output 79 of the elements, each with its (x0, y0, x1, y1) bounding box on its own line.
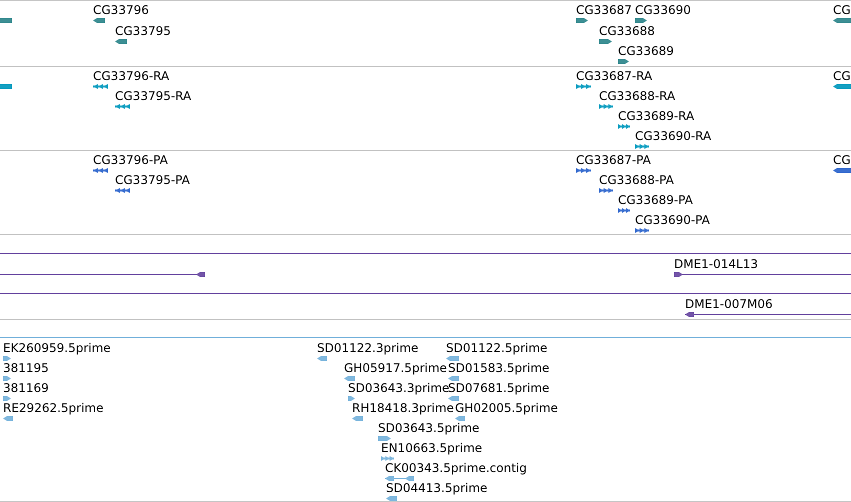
feature-arrow[interactable] (833, 18, 851, 23)
feature-arrow[interactable] (344, 376, 355, 381)
feature-label[interactable]: CG33795 (115, 24, 171, 38)
exon-arrows[interactable] (576, 84, 591, 89)
feature-arrow[interactable] (3, 356, 11, 361)
feature-arrow[interactable] (352, 416, 363, 421)
feature-label[interactable]: EK260959.5prime (3, 341, 111, 355)
feature-label[interactable]: CG33688-RA (599, 89, 676, 103)
feature-arrow[interactable] (618, 59, 629, 64)
feature-arrow[interactable] (3, 376, 11, 381)
feature-arrow[interactable] (386, 496, 397, 501)
feature-arrow[interactable] (833, 84, 851, 89)
feature-label[interactable]: DME1-007M06 (685, 297, 773, 311)
feature-label[interactable]: CG (833, 69, 851, 83)
exon-arrows[interactable] (115, 188, 130, 193)
feature-label[interactable]: 381195 (3, 361, 49, 375)
feature-label[interactable]: 381169 (3, 381, 49, 395)
exon-arrows[interactable] (618, 124, 630, 129)
feature-label[interactable]: CG33796-PA (93, 153, 168, 167)
exon-arrows[interactable] (635, 144, 649, 149)
feature-label[interactable]: CG33689-PA (618, 193, 693, 207)
feature-label[interactable]: CG33688-PA (599, 173, 674, 187)
feature-arrow[interactable] (599, 38, 612, 44)
feature-label[interactable]: RH18418.3prime (352, 401, 454, 415)
feature-label[interactable]: CG33796 (93, 3, 149, 17)
feature-label[interactable]: CG33688 (599, 24, 655, 38)
exon-arrows[interactable] (576, 168, 591, 173)
exon-arrows[interactable] (93, 168, 108, 173)
feature-label[interactable]: CG33795-RA (115, 89, 192, 103)
feature-label[interactable]: SD03643.5prime (378, 421, 480, 435)
feature-label[interactable]: CG33796-RA (93, 69, 170, 83)
feature-arrow[interactable] (93, 18, 105, 23)
feature-label[interactable]: GH05917.5prime (344, 361, 447, 375)
feature-label[interactable]: CG33687-RA (576, 69, 652, 83)
paired-read-line[interactable] (385, 476, 414, 481)
feature-label[interactable]: EN10663.5prime (381, 441, 482, 455)
feature-label[interactable]: CG33687-PA (576, 153, 651, 167)
clone-line[interactable] (685, 312, 851, 317)
feature-arrow[interactable] (833, 168, 851, 173)
exon-arrows[interactable] (599, 188, 613, 193)
feature-label[interactable]: SD07681.5prime (448, 381, 550, 395)
feature-label[interactable]: CG (833, 3, 851, 17)
feature-label[interactable]: SD03643.3prime (348, 381, 450, 395)
feature-arrow[interactable] (455, 416, 465, 421)
feature-label[interactable]: CG33687 (576, 3, 632, 17)
feature-label[interactable]: CG33690 (635, 3, 691, 17)
feature-arrow[interactable] (3, 416, 13, 421)
feature-label[interactable]: SD01122.5prime (446, 341, 548, 355)
feature-label[interactable]: CG33690-RA (635, 129, 712, 143)
feature-label[interactable]: CG33689 (618, 44, 674, 58)
feature-arrow[interactable] (348, 396, 355, 401)
feature-label[interactable]: CK00343.5prime.contig (385, 461, 527, 475)
feature-arrow[interactable] (446, 356, 459, 361)
feature-label[interactable]: RE29262.5prime (3, 401, 104, 415)
exon-arrows[interactable] (115, 104, 130, 109)
clone-line[interactable] (674, 272, 851, 277)
feature-label[interactable]: CG33689-RA (618, 109, 694, 123)
exon-arrows[interactable] (599, 104, 613, 109)
feature-arrow[interactable] (576, 18, 588, 23)
feature-label[interactable]: CG (833, 153, 851, 167)
feature-arrow[interactable] (378, 436, 391, 441)
clone-line[interactable] (0, 272, 205, 277)
feature-arrow[interactable] (448, 396, 459, 401)
feature-arrow[interactable] (3, 396, 11, 401)
feature-label[interactable]: CG33690-PA (635, 213, 710, 227)
feature-label[interactable]: DME1-014L13 (674, 257, 758, 271)
feature-arrow[interactable] (448, 376, 459, 381)
exon-arrows[interactable] (93, 84, 108, 89)
feature-label[interactable]: CG33795-PA (115, 173, 190, 187)
feature-label[interactable]: SD01583.5prime (448, 361, 550, 375)
feature-arrow[interactable] (317, 356, 327, 361)
exon-arrows[interactable] (381, 456, 394, 461)
feature-arrow[interactable] (635, 18, 647, 23)
exon-arrows[interactable] (618, 208, 630, 213)
feature-label[interactable]: SD01122.3prime (317, 341, 418, 355)
feature-label[interactable]: SD04413.5prime (386, 481, 488, 495)
feature-arrow[interactable] (115, 38, 127, 44)
exon-arrows[interactable] (635, 228, 649, 233)
feature-label[interactable]: GH02005.5prime (455, 401, 558, 415)
